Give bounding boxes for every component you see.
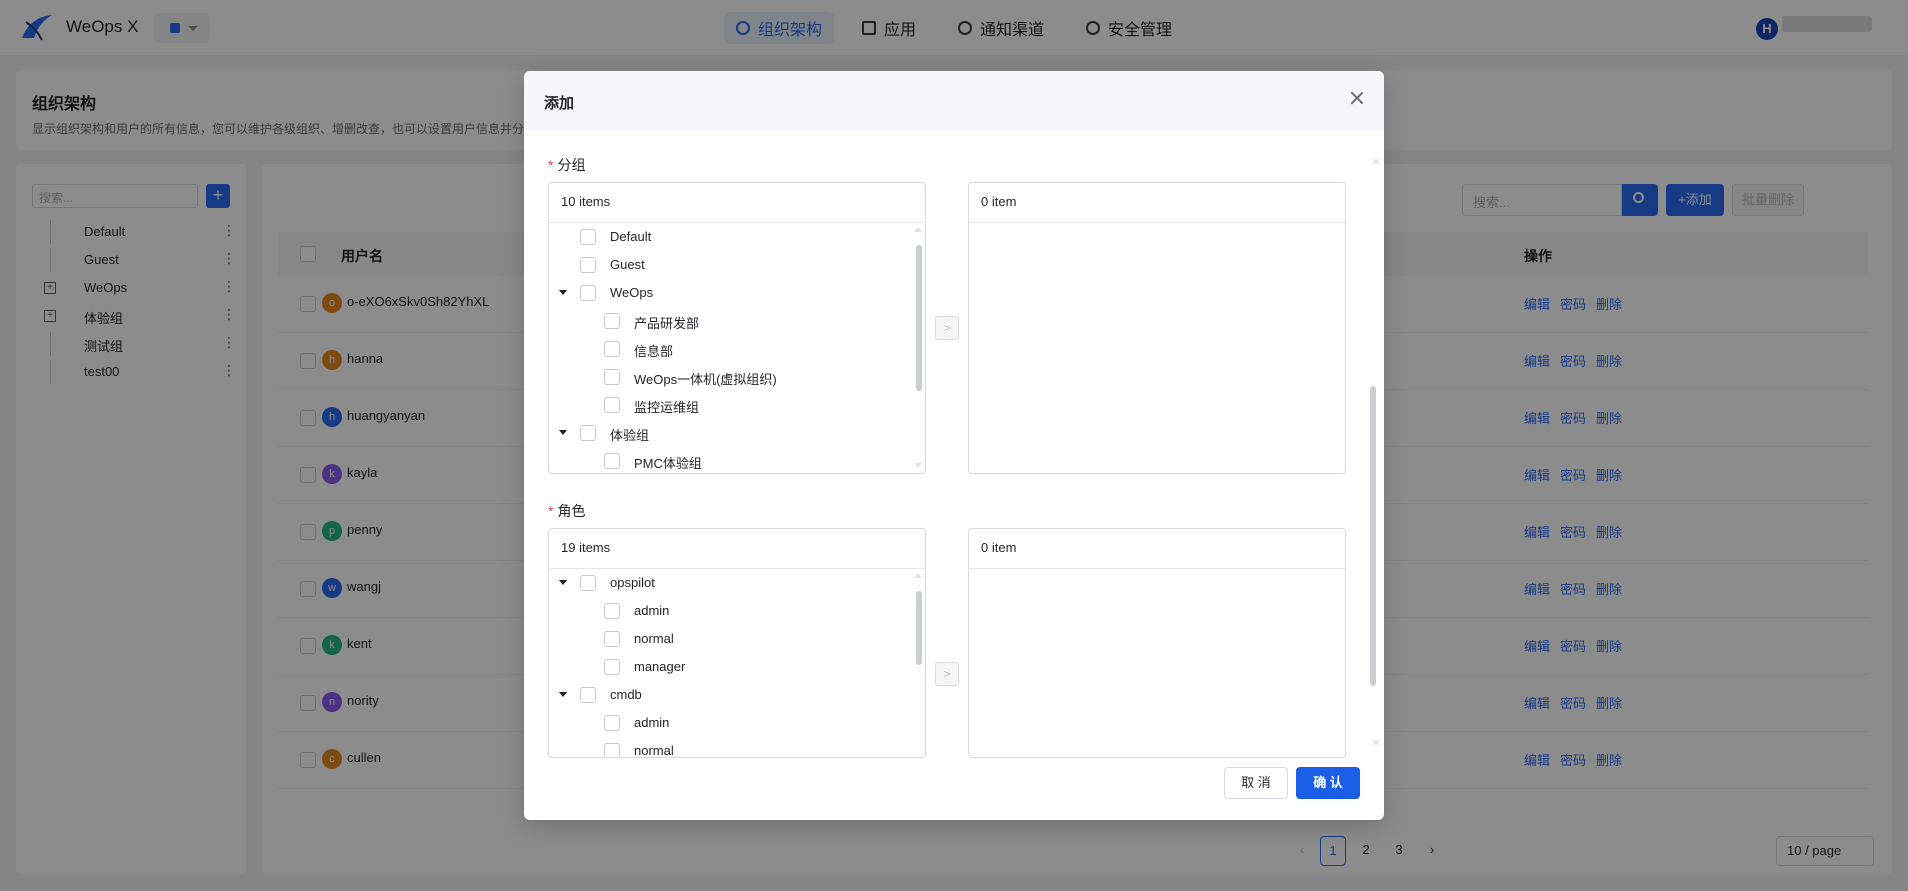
- transfer-tree-item[interactable]: WeOps一体机(虚拟组织): [549, 363, 909, 391]
- roles-source-list: 19 items opspilot admin normal manager cmdb a…: [548, 528, 926, 758]
- transfer-tree-item[interactable]: PMC体验组: [549, 447, 909, 473]
- item-label: Guest: [610, 257, 645, 272]
- transfer-tree-item[interactable]: opspilot: [549, 569, 909, 597]
- item-label: 监控运维组: [634, 400, 700, 415]
- transfer-tree-item[interactable]: admin: [549, 709, 909, 737]
- item-checkbox[interactable]: [604, 313, 620, 329]
- roles-target-count: 0 item: [969, 529, 1345, 569]
- item-label: opspilot: [610, 575, 655, 590]
- caret-down-icon[interactable]: [559, 430, 567, 435]
- scroll-up-icon[interactable]: [914, 227, 922, 232]
- item-checkbox[interactable]: [604, 631, 620, 647]
- transfer-tree-item[interactable]: WeOps: [549, 279, 909, 307]
- item-checkbox[interactable]: [604, 397, 620, 413]
- item-checkbox[interactable]: [580, 575, 596, 591]
- item-label: cmdb: [610, 687, 642, 702]
- item-label: admin: [634, 715, 670, 730]
- scroll-down-icon[interactable]: [914, 463, 922, 468]
- item-label: 信息部: [634, 344, 674, 359]
- item-checkbox[interactable]: [604, 453, 620, 469]
- item-checkbox[interactable]: [604, 715, 620, 731]
- dialog-title: 添加: [544, 95, 575, 112]
- roles-source-items: opspilot admin normal manager cmdb admin norma…: [549, 569, 925, 758]
- caret-down-icon[interactable]: [559, 692, 567, 697]
- modal-scroll-down-icon[interactable]: [1372, 741, 1380, 746]
- transfer-tree-item[interactable]: 信息部: [549, 335, 909, 363]
- required-mark: *: [548, 157, 554, 173]
- required-mark: *: [548, 503, 554, 519]
- modal-scroll-up-icon[interactable]: [1372, 158, 1380, 163]
- transfer-tree-item[interactable]: normal: [549, 625, 909, 653]
- dialog-header: 添加: [524, 71, 1384, 131]
- transfer-tree-item[interactable]: manager: [549, 653, 909, 681]
- item-checkbox[interactable]: [580, 229, 596, 245]
- item-label: normal: [634, 743, 674, 758]
- item-label: WeOps: [610, 285, 654, 300]
- item-checkbox[interactable]: [604, 369, 620, 385]
- item-label: normal: [634, 631, 674, 646]
- item-label: manager: [634, 659, 686, 674]
- item-checkbox[interactable]: [580, 257, 596, 273]
- confirm-button[interactable]: 确 认: [1296, 767, 1360, 799]
- item-checkbox[interactable]: [604, 659, 620, 675]
- scroll-up-icon[interactable]: [914, 573, 922, 578]
- item-checkbox[interactable]: [604, 341, 620, 357]
- roles-source-count: 19 items: [549, 529, 925, 569]
- item-label: 体验组: [610, 428, 650, 443]
- add-dialog: 添加 * 分组 10 items Default Guest WeOps 产品研发部 信息…: [524, 71, 1384, 820]
- item-label: PMC体验组: [634, 456, 702, 471]
- item-checkbox[interactable]: [604, 603, 620, 619]
- groups-label-text: 分组: [557, 157, 586, 173]
- groups-target-count: 0 item: [969, 183, 1345, 223]
- item-label: admin: [634, 603, 670, 618]
- transfer-tree-item[interactable]: 体验组: [549, 419, 909, 447]
- transfer-tree-item[interactable]: normal: [549, 737, 909, 758]
- groups-field-label: * 分组: [548, 155, 585, 175]
- item-checkbox[interactable]: [604, 743, 620, 757]
- item-checkbox[interactable]: [580, 425, 596, 441]
- groups-target-list: 0 item: [968, 182, 1346, 474]
- roles-scrollbar[interactable]: [916, 591, 922, 665]
- groups-source-items: Default Guest WeOps 产品研发部信息部 WeOps一体机(虚拟组织) 监…: [549, 223, 925, 473]
- groups-source-count: 10 items: [549, 183, 925, 223]
- item-label: Default: [610, 229, 652, 244]
- transfer-tree-item[interactable]: Guest: [549, 251, 909, 279]
- item-label: WeOps一体机(虚拟组织): [634, 372, 777, 387]
- dialog-scrollbar[interactable]: [1370, 386, 1376, 686]
- caret-down-icon[interactable]: [559, 580, 567, 585]
- transfer-tree-item[interactable]: Default: [549, 223, 909, 251]
- close-icon[interactable]: [1348, 89, 1366, 107]
- roles-label-text: 角色: [557, 503, 586, 519]
- cancel-button[interactable]: 取 消: [1224, 767, 1288, 799]
- item-checkbox[interactable]: [580, 687, 596, 703]
- roles-field-label: * 角色: [548, 501, 585, 521]
- groups-scrollbar[interactable]: [916, 245, 922, 391]
- transfer-tree-item[interactable]: cmdb: [549, 681, 909, 709]
- roles-move-right-button[interactable]: >: [935, 662, 959, 686]
- transfer-tree-item[interactable]: 监控运维组: [549, 391, 909, 419]
- item-label: 产品研发部: [634, 316, 700, 331]
- transfer-tree-item[interactable]: admin: [549, 597, 909, 625]
- groups-source-list: 10 items Default Guest WeOps 产品研发部信息部 WeOps一…: [548, 182, 926, 474]
- roles-target-list: 0 item: [968, 528, 1346, 758]
- transfer-tree-item[interactable]: 产品研发部: [549, 307, 909, 335]
- item-checkbox[interactable]: [580, 285, 596, 301]
- groups-move-right-button[interactable]: >: [935, 316, 959, 340]
- caret-down-icon[interactable]: [559, 290, 567, 295]
